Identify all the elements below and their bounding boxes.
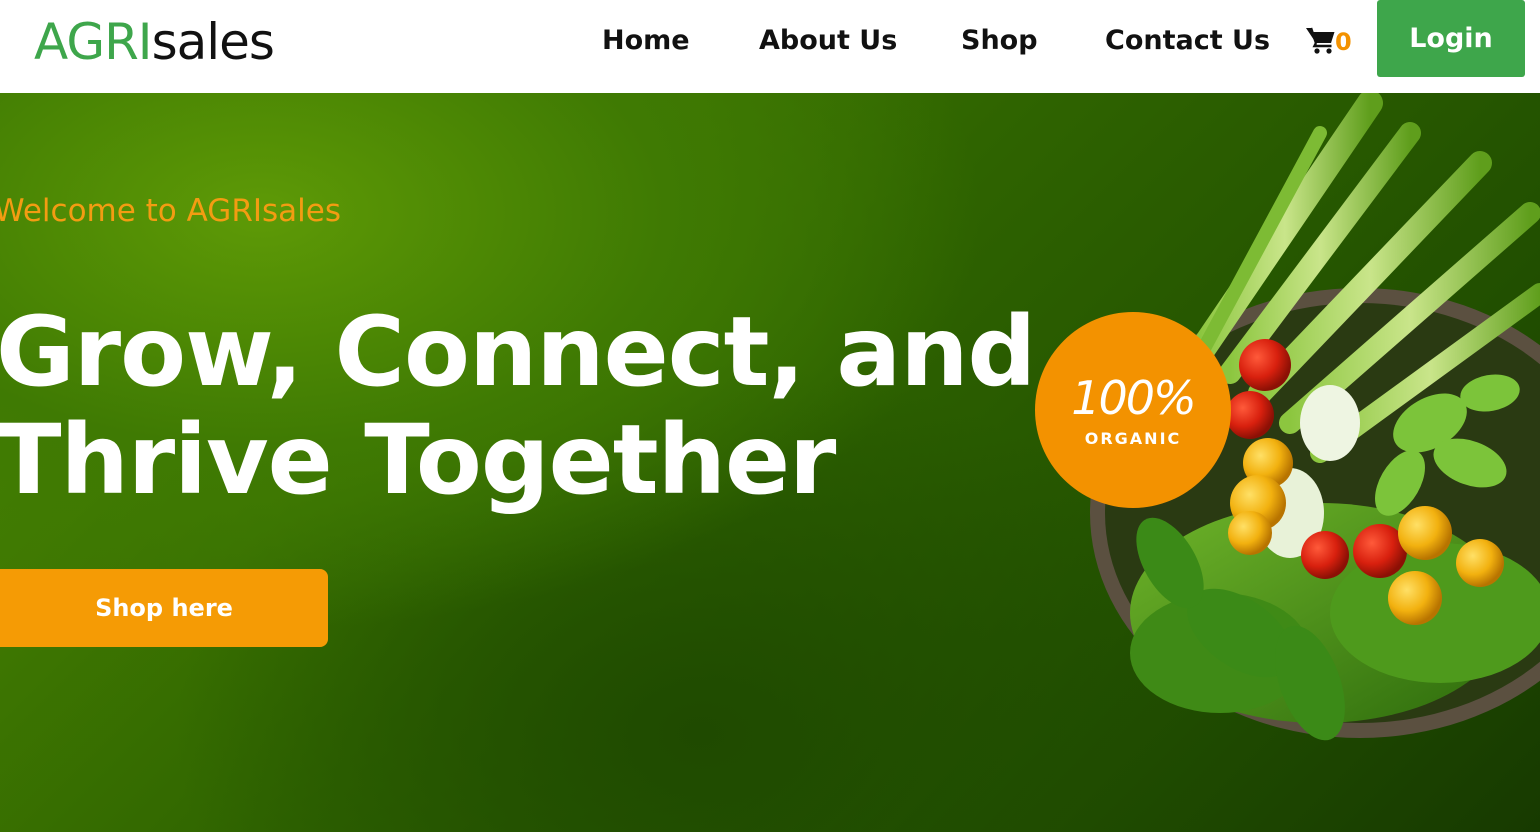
hero-headline: Grow, Connect, and Thrive Together (0, 296, 1036, 516)
cart-icon (1306, 27, 1335, 54)
shop-here-button[interactable]: Shop here (0, 569, 328, 647)
cart-button[interactable]: 0 (1305, 16, 1352, 56)
organic-badge: 100% ORGANIC (1038, 315, 1228, 505)
hero-welcome-text: Welcome to AGRIsales (0, 193, 341, 229)
hero-section: Welcome to AGRIsales Grow, Connect, and … (0, 93, 1540, 832)
nav-home[interactable]: Home (602, 22, 690, 60)
nav-about-us[interactable]: About Us (759, 22, 897, 60)
badge-percent: 100% (1071, 370, 1197, 425)
hero-headline-line2: Thrive Together (0, 404, 836, 516)
navbar: AGRIsales Home About Us Shop Contact Us … (0, 0, 1540, 93)
nav-contact-us[interactable]: Contact Us (1105, 22, 1270, 60)
site-logo[interactable]: AGRIsales (34, 12, 275, 72)
cart-count-badge: 0 (1335, 28, 1352, 56)
badge-label: ORGANIC (1084, 428, 1182, 448)
logo-rest: sales (151, 13, 275, 71)
hero-headline-line1: Grow, Connect, and (0, 296, 1036, 408)
login-button[interactable]: Login (1377, 0, 1525, 77)
nav-shop[interactable]: Shop (961, 22, 1038, 60)
logo-brand: AGRI (34, 13, 153, 71)
